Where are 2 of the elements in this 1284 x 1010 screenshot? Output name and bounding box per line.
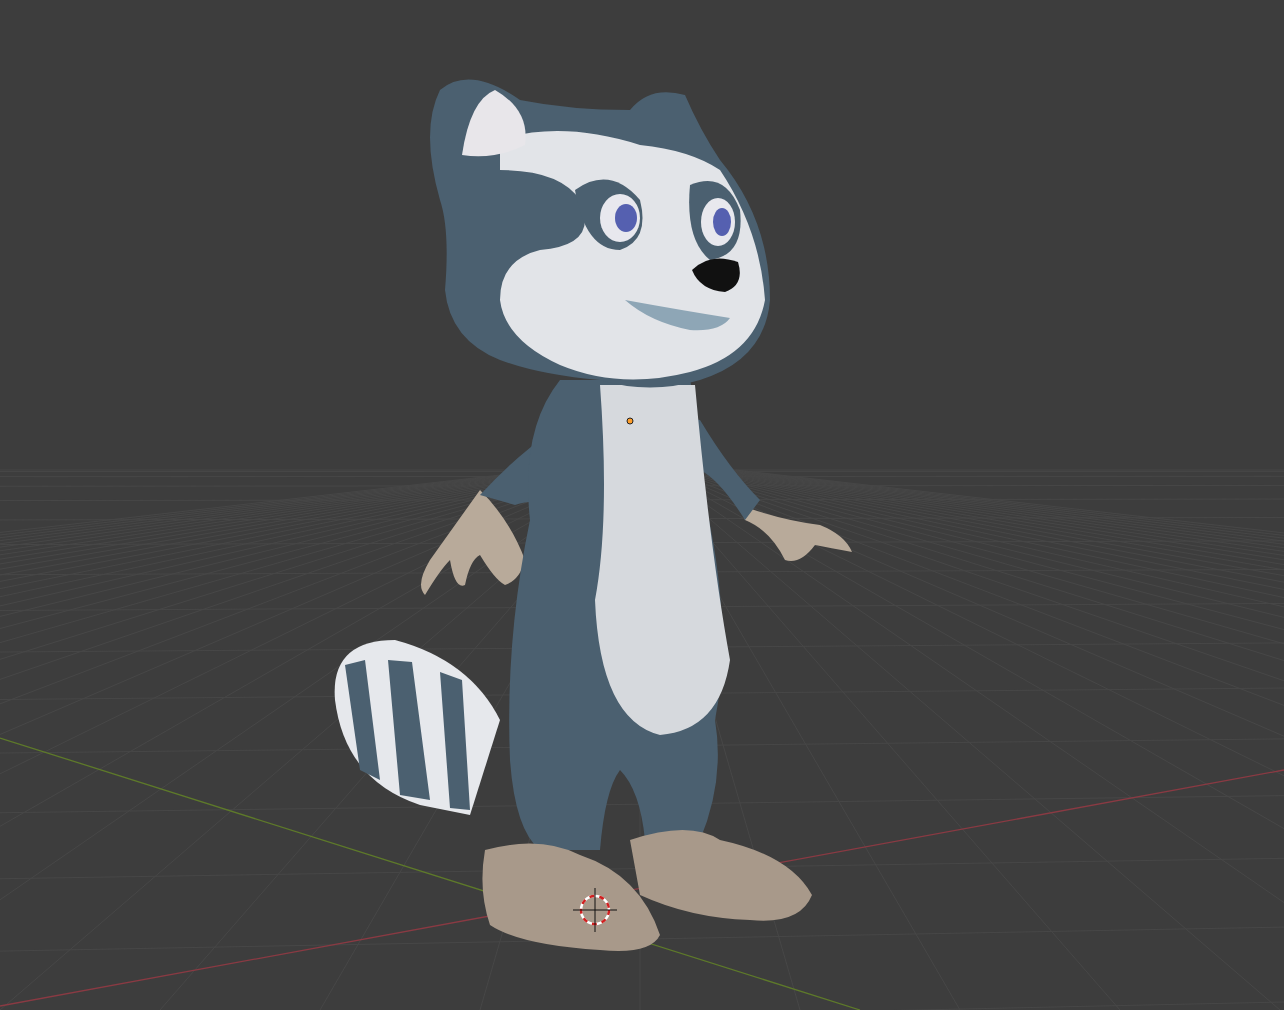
object-origin-icon (626, 417, 634, 425)
3d-cursor-icon (572, 887, 618, 933)
